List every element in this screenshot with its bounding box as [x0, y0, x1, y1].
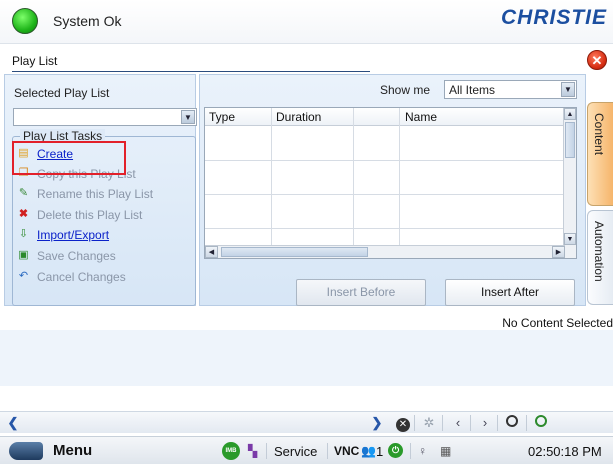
cancel-icon: ↶ [18, 270, 29, 282]
delete-icon: ✖ [18, 208, 29, 220]
tab-label: Content [592, 113, 606, 156]
scroll-thumb[interactable] [565, 122, 575, 158]
table-vertical-scrollbar[interactable]: ▲ ▼ [563, 108, 576, 258]
toolbar-divider [414, 415, 415, 431]
status-ok-icon [12, 8, 38, 34]
task-rename[interactable]: ✎ Rename this Play List [17, 185, 195, 203]
toolbar-divider [497, 415, 498, 431]
power-icon[interactable]: ⏻ [388, 443, 403, 458]
stop-icon[interactable]: ✕ [394, 414, 412, 432]
close-icon[interactable]: ✕ [587, 50, 607, 70]
selected-playlist-label: Selected Play List [14, 86, 110, 100]
no-content-selected-text: No Content Selected [502, 316, 613, 330]
user-count: 1 [376, 444, 384, 459]
lightbulb-icon[interactable]: ♀ [418, 442, 427, 460]
chevron-down-icon[interactable]: ▼ [561, 82, 575, 97]
scroll-right-icon[interactable]: ▶ [552, 246, 565, 258]
task-label: Import/Export [37, 228, 110, 242]
page-title: Play List [12, 54, 58, 68]
christie-logo: CHRISTIE [500, 6, 607, 29]
column-header-type[interactable]: Type [209, 110, 235, 124]
content-list-panel: Show me All Items ▼ Type Duration Name ▲… [199, 74, 586, 306]
task-save[interactable]: ▣ Save Changes [17, 247, 195, 265]
task-label: Delete this Play List [37, 208, 143, 222]
window-titlebar: Play List ✕ [0, 50, 613, 72]
gear-icon[interactable]: ✲ [420, 414, 438, 432]
create-highlight-box [12, 141, 126, 175]
statusbar-divider [266, 443, 267, 459]
column-header-name[interactable]: Name [405, 110, 437, 124]
task-label: Cancel Changes [37, 270, 126, 284]
statusbar-divider [410, 443, 411, 459]
tab-content[interactable]: Content [587, 102, 613, 206]
projector-icon[interactable] [9, 442, 43, 460]
chevron-down-icon[interactable]: ▼ [181, 110, 195, 124]
save-icon: ▣ [18, 249, 29, 261]
clock-time: 02:50:18 PM [528, 444, 602, 459]
menu-button[interactable]: Menu [53, 442, 92, 459]
table-horizontal-scrollbar[interactable]: ◀ ▶ [205, 245, 565, 258]
table-header: Type Duration Name [205, 108, 565, 126]
content-table[interactable]: Type Duration Name ▲ ▼ ◀ ▶ [204, 107, 577, 259]
service-button[interactable]: Service [274, 444, 317, 459]
scroll-up-icon[interactable]: ▲ [564, 108, 576, 120]
task-import-export[interactable]: ⇩ Import/Export [17, 226, 195, 244]
show-me-value: All Items [449, 83, 496, 97]
column-divider [353, 108, 354, 258]
statusbar-divider [327, 443, 328, 459]
status-bar: Menu IMB ▚ Service VNC 👥 1 ⏻ ♀ ▦ 02:50:1… [0, 436, 613, 464]
row-divider [205, 194, 565, 195]
import-export-icon: ⇩ [18, 228, 29, 240]
selected-playlist-dropdown[interactable]: ▼ [13, 108, 197, 126]
task-cancel[interactable]: ↶ Cancel Changes [17, 268, 195, 286]
forward-icon[interactable]: › [476, 414, 494, 432]
toolbar-divider [470, 415, 471, 431]
network-icon[interactable]: ▦ [440, 442, 451, 460]
header: System Ok CHRISTIE [0, 0, 613, 44]
tab-label: Automation [592, 221, 606, 282]
rename-icon: ✎ [18, 187, 29, 199]
toolbar-divider [526, 415, 527, 431]
scroll-left-icon[interactable]: ◀ [205, 246, 218, 258]
column-divider [399, 108, 400, 258]
insert-before-button[interactable]: Insert Before [296, 279, 426, 306]
insert-after-button[interactable]: Insert After [445, 279, 575, 306]
detail-area [0, 330, 613, 386]
row-divider [205, 228, 565, 229]
scroll-right-arrow-icon[interactable]: ❯ [368, 414, 386, 432]
scroll-thumb[interactable] [221, 247, 368, 257]
title-underline [12, 71, 370, 72]
scroll-left-arrow-icon[interactable]: ❮ [4, 414, 22, 432]
back-icon[interactable]: ‹ [449, 414, 467, 432]
task-label: Save Changes [37, 249, 116, 263]
color-bars-icon[interactable]: ▚ [248, 442, 257, 460]
column-header-duration[interactable]: Duration [276, 110, 321, 124]
column-divider [271, 108, 272, 258]
row-divider [205, 160, 565, 161]
imb-status-icon[interactable]: IMB [222, 442, 240, 460]
vnc-indicator[interactable]: VNC [334, 444, 359, 458]
task-label: Rename this Play List [37, 187, 154, 201]
system-status-text: System Ok [53, 13, 122, 29]
scroll-down-icon[interactable]: ▼ [564, 233, 576, 245]
show-me-dropdown[interactable]: All Items ▼ [444, 80, 577, 99]
toolbar-divider [442, 415, 443, 431]
users-icon[interactable]: 👥 [361, 442, 376, 460]
playlist-sidebar: Selected Play List ▼ Play List Tasks ▤ C… [4, 74, 197, 306]
show-me-label: Show me [380, 83, 431, 97]
zoom-in-icon[interactable] [532, 414, 550, 432]
task-delete[interactable]: ✖ Delete this Play List [17, 206, 195, 224]
tab-automation[interactable]: Automation [587, 210, 613, 305]
zoom-out-icon[interactable] [503, 414, 521, 432]
navigation-toolbar: ❮ ❯ ✕ ✲ ‹ › [0, 411, 613, 433]
